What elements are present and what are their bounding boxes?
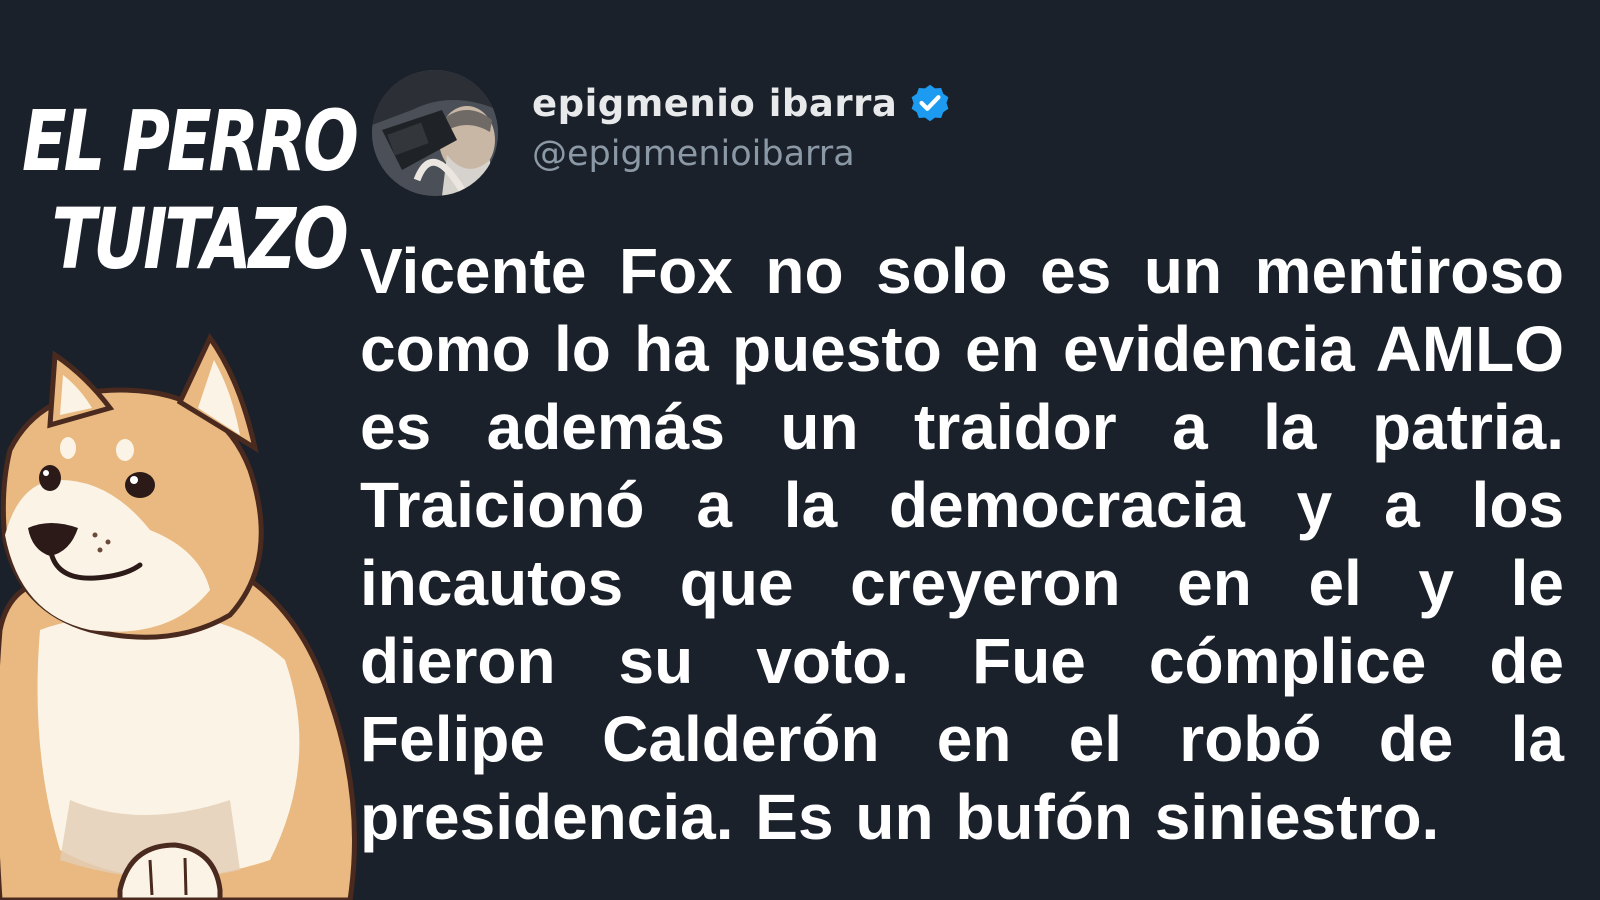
display-name[interactable]: epigmenio ibarra xyxy=(532,82,897,125)
brand-line-2: TUITAZO xyxy=(51,190,349,288)
user-handle[interactable]: @epigmenioibarra xyxy=(532,134,855,174)
user-name[interactable]: epigmenio ibarra xyxy=(532,80,953,126)
shiba-dog-illustration xyxy=(0,333,357,900)
brand-line-1: EL PERRO xyxy=(22,92,359,190)
avatar[interactable] xyxy=(372,70,498,196)
tweet-text: Vicente Fox no solo es un mentiroso como… xyxy=(360,235,1564,853)
brand-logo: EL PERRO TUITAZO xyxy=(22,92,359,288)
verified-badge-icon xyxy=(911,84,949,122)
